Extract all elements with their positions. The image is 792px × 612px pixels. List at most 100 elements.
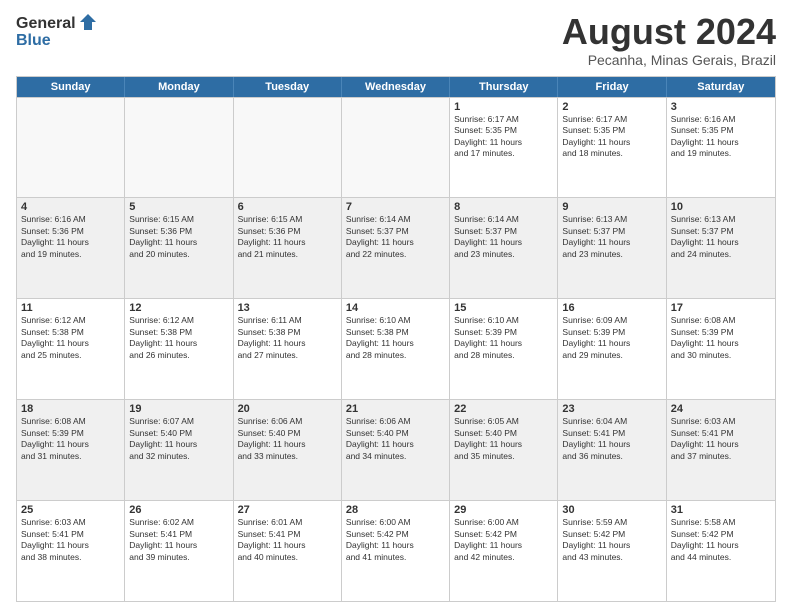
- calendar-cell: 21Sunrise: 6:06 AM Sunset: 5:40 PM Dayli…: [342, 400, 450, 500]
- day-number: 9: [562, 201, 661, 213]
- cell-info: Sunrise: 6:13 AM Sunset: 5:37 PM Dayligh…: [562, 214, 661, 260]
- day-number: 24: [671, 403, 771, 415]
- cell-info: Sunrise: 6:14 AM Sunset: 5:37 PM Dayligh…: [454, 214, 553, 260]
- calendar: SundayMondayTuesdayWednesdayThursdayFrid…: [16, 76, 776, 602]
- title-section: August 2024 Pecanha, Minas Gerais, Brazi…: [562, 12, 776, 68]
- weekday-header: Thursday: [450, 77, 558, 97]
- cell-info: Sunrise: 6:12 AM Sunset: 5:38 PM Dayligh…: [129, 315, 228, 361]
- calendar-cell: 12Sunrise: 6:12 AM Sunset: 5:38 PM Dayli…: [125, 299, 233, 399]
- cell-info: Sunrise: 6:01 AM Sunset: 5:41 PM Dayligh…: [238, 517, 337, 563]
- cell-info: Sunrise: 6:00 AM Sunset: 5:42 PM Dayligh…: [346, 517, 445, 563]
- weekday-header: Tuesday: [234, 77, 342, 97]
- day-number: 8: [454, 201, 553, 213]
- day-number: 13: [238, 302, 337, 314]
- calendar-cell: 8Sunrise: 6:14 AM Sunset: 5:37 PM Daylig…: [450, 198, 558, 298]
- calendar-row: 18Sunrise: 6:08 AM Sunset: 5:39 PM Dayli…: [17, 399, 775, 500]
- day-number: 10: [671, 201, 771, 213]
- day-number: 5: [129, 201, 228, 213]
- day-number: 4: [21, 201, 120, 213]
- cell-info: Sunrise: 6:08 AM Sunset: 5:39 PM Dayligh…: [671, 315, 771, 361]
- calendar-cell: 15Sunrise: 6:10 AM Sunset: 5:39 PM Dayli…: [450, 299, 558, 399]
- cell-info: Sunrise: 6:06 AM Sunset: 5:40 PM Dayligh…: [238, 416, 337, 462]
- calendar-cell: 22Sunrise: 6:05 AM Sunset: 5:40 PM Dayli…: [450, 400, 558, 500]
- calendar-cell: [234, 98, 342, 198]
- header: General Blue August 2024 Pecanha, Minas …: [16, 12, 776, 68]
- calendar-cell: 3Sunrise: 6:16 AM Sunset: 5:35 PM Daylig…: [667, 98, 775, 198]
- day-number: 30: [562, 504, 661, 516]
- logo-general: General: [16, 16, 76, 32]
- cell-info: Sunrise: 6:14 AM Sunset: 5:37 PM Dayligh…: [346, 214, 445, 260]
- cell-info: Sunrise: 6:05 AM Sunset: 5:40 PM Dayligh…: [454, 416, 553, 462]
- cell-info: Sunrise: 6:08 AM Sunset: 5:39 PM Dayligh…: [21, 416, 120, 462]
- day-number: 28: [346, 504, 445, 516]
- calendar-cell: 29Sunrise: 6:00 AM Sunset: 5:42 PM Dayli…: [450, 501, 558, 601]
- weekday-header: Saturday: [667, 77, 775, 97]
- weekday-header: Friday: [558, 77, 666, 97]
- cell-info: Sunrise: 6:07 AM Sunset: 5:40 PM Dayligh…: [129, 416, 228, 462]
- calendar-cell: 2Sunrise: 6:17 AM Sunset: 5:35 PM Daylig…: [558, 98, 666, 198]
- calendar-cell: 18Sunrise: 6:08 AM Sunset: 5:39 PM Dayli…: [17, 400, 125, 500]
- cell-info: Sunrise: 6:12 AM Sunset: 5:38 PM Dayligh…: [21, 315, 120, 361]
- cell-info: Sunrise: 6:03 AM Sunset: 5:41 PM Dayligh…: [671, 416, 771, 462]
- cell-info: Sunrise: 6:15 AM Sunset: 5:36 PM Dayligh…: [238, 214, 337, 260]
- calendar-cell: 1Sunrise: 6:17 AM Sunset: 5:35 PM Daylig…: [450, 98, 558, 198]
- weekday-header: Sunday: [17, 77, 125, 97]
- cell-info: Sunrise: 6:16 AM Sunset: 5:35 PM Dayligh…: [671, 114, 771, 160]
- month-title: August 2024: [562, 12, 776, 52]
- cell-info: Sunrise: 6:17 AM Sunset: 5:35 PM Dayligh…: [562, 114, 661, 160]
- calendar-cell: 6Sunrise: 6:15 AM Sunset: 5:36 PM Daylig…: [234, 198, 342, 298]
- day-number: 27: [238, 504, 337, 516]
- calendar-cell: 7Sunrise: 6:14 AM Sunset: 5:37 PM Daylig…: [342, 198, 450, 298]
- logo: General Blue: [16, 12, 98, 50]
- calendar-cell: 10Sunrise: 6:13 AM Sunset: 5:37 PM Dayli…: [667, 198, 775, 298]
- day-number: 22: [454, 403, 553, 415]
- day-number: 29: [454, 504, 553, 516]
- cell-info: Sunrise: 6:17 AM Sunset: 5:35 PM Dayligh…: [454, 114, 553, 160]
- calendar-body: 1Sunrise: 6:17 AM Sunset: 5:35 PM Daylig…: [17, 97, 775, 601]
- weekday-header: Monday: [125, 77, 233, 97]
- cell-info: Sunrise: 6:00 AM Sunset: 5:42 PM Dayligh…: [454, 517, 553, 563]
- calendar-cell: 5Sunrise: 6:15 AM Sunset: 5:36 PM Daylig…: [125, 198, 233, 298]
- cell-info: Sunrise: 6:16 AM Sunset: 5:36 PM Dayligh…: [21, 214, 120, 260]
- logo-blue: Blue: [16, 32, 51, 50]
- cell-info: Sunrise: 6:15 AM Sunset: 5:36 PM Dayligh…: [129, 214, 228, 260]
- cell-info: Sunrise: 5:58 AM Sunset: 5:42 PM Dayligh…: [671, 517, 771, 563]
- calendar-cell: 24Sunrise: 6:03 AM Sunset: 5:41 PM Dayli…: [667, 400, 775, 500]
- calendar-cell: 20Sunrise: 6:06 AM Sunset: 5:40 PM Dayli…: [234, 400, 342, 500]
- logo-icon: [78, 12, 98, 32]
- calendar-cell: 13Sunrise: 6:11 AM Sunset: 5:38 PM Dayli…: [234, 299, 342, 399]
- cell-info: Sunrise: 6:03 AM Sunset: 5:41 PM Dayligh…: [21, 517, 120, 563]
- calendar-cell: 27Sunrise: 6:01 AM Sunset: 5:41 PM Dayli…: [234, 501, 342, 601]
- cell-info: Sunrise: 6:10 AM Sunset: 5:39 PM Dayligh…: [454, 315, 553, 361]
- calendar-row: 1Sunrise: 6:17 AM Sunset: 5:35 PM Daylig…: [17, 97, 775, 198]
- calendar-cell: [342, 98, 450, 198]
- calendar-cell: 25Sunrise: 6:03 AM Sunset: 5:41 PM Dayli…: [17, 501, 125, 601]
- day-number: 31: [671, 504, 771, 516]
- cell-info: Sunrise: 6:09 AM Sunset: 5:39 PM Dayligh…: [562, 315, 661, 361]
- page: General Blue August 2024 Pecanha, Minas …: [0, 0, 792, 612]
- cell-info: Sunrise: 5:59 AM Sunset: 5:42 PM Dayligh…: [562, 517, 661, 563]
- day-number: 2: [562, 101, 661, 113]
- day-number: 6: [238, 201, 337, 213]
- day-number: 23: [562, 403, 661, 415]
- day-number: 21: [346, 403, 445, 415]
- calendar-cell: 31Sunrise: 5:58 AM Sunset: 5:42 PM Dayli…: [667, 501, 775, 601]
- calendar-cell: [17, 98, 125, 198]
- day-number: 20: [238, 403, 337, 415]
- location-subtitle: Pecanha, Minas Gerais, Brazil: [562, 52, 776, 68]
- cell-info: Sunrise: 6:10 AM Sunset: 5:38 PM Dayligh…: [346, 315, 445, 361]
- calendar-header: SundayMondayTuesdayWednesdayThursdayFrid…: [17, 77, 775, 97]
- calendar-cell: 23Sunrise: 6:04 AM Sunset: 5:41 PM Dayli…: [558, 400, 666, 500]
- day-number: 26: [129, 504, 228, 516]
- day-number: 25: [21, 504, 120, 516]
- day-number: 1: [454, 101, 553, 113]
- day-number: 18: [21, 403, 120, 415]
- calendar-cell: 28Sunrise: 6:00 AM Sunset: 5:42 PM Dayli…: [342, 501, 450, 601]
- cell-info: Sunrise: 6:13 AM Sunset: 5:37 PM Dayligh…: [671, 214, 771, 260]
- calendar-cell: 11Sunrise: 6:12 AM Sunset: 5:38 PM Dayli…: [17, 299, 125, 399]
- day-number: 12: [129, 302, 228, 314]
- day-number: 19: [129, 403, 228, 415]
- cell-info: Sunrise: 6:06 AM Sunset: 5:40 PM Dayligh…: [346, 416, 445, 462]
- calendar-cell: 30Sunrise: 5:59 AM Sunset: 5:42 PM Dayli…: [558, 501, 666, 601]
- calendar-cell: 9Sunrise: 6:13 AM Sunset: 5:37 PM Daylig…: [558, 198, 666, 298]
